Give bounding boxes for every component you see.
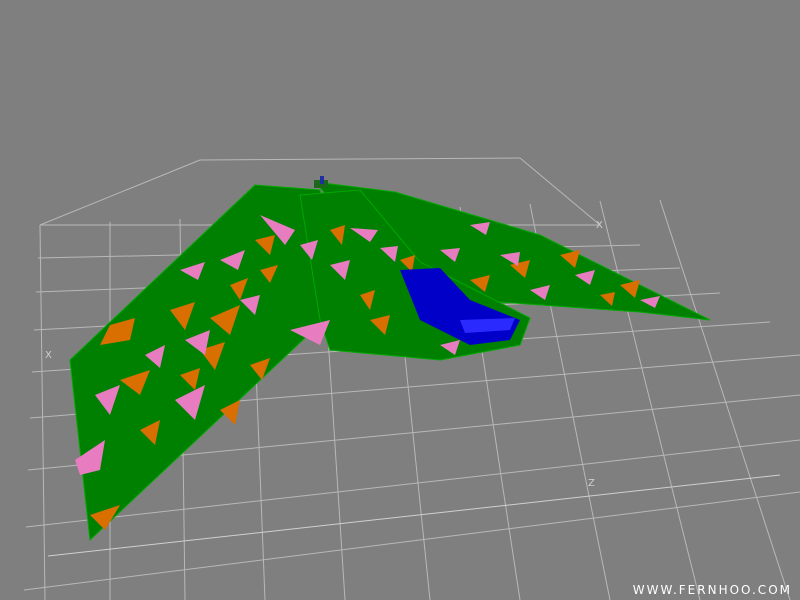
3d-viewport[interactable]: X X Z WWW.FERNHOO.COM <box>0 0 800 600</box>
x-axis-label-left: X <box>45 350 52 361</box>
x-axis-label-right: X <box>596 220 603 231</box>
left-wing <box>69 184 341 542</box>
watermark-text: WWW.FERNHOO.COM <box>632 583 792 597</box>
z-axis-label: Z <box>588 478 595 489</box>
spaceship-model[interactable] <box>0 0 800 600</box>
